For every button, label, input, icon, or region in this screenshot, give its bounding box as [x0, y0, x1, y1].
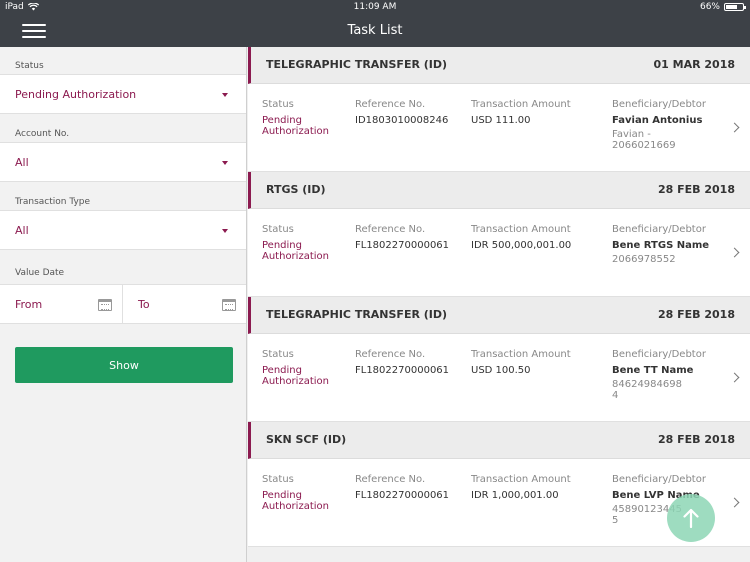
amount-value: IDR 500,000,001.00: [471, 240, 572, 251]
transaction-type-title: RTGS (ID): [266, 183, 326, 196]
chevron-right-icon: [729, 122, 740, 133]
beneficiary-name: Bene TT Name: [612, 365, 694, 376]
chevron-right-icon: [729, 497, 740, 508]
amount-header: Transaction Amount: [471, 99, 571, 110]
status-value: Pending Authorization: [262, 490, 329, 512]
status-value: Pending Authorization: [262, 115, 329, 137]
value-date-label: Value Date: [15, 268, 65, 278]
task-group-header: TELEGRAPHIC TRANSFER (ID) 28 FEB 2018: [248, 297, 750, 334]
chevron-down-icon: [222, 93, 228, 97]
chevron-right-icon: [729, 372, 740, 383]
amount-header: Transaction Amount: [471, 224, 571, 235]
transaction-type-filter-value: All: [15, 224, 29, 237]
amount-header: Transaction Amount: [471, 349, 571, 360]
status-value: Pending Authorization: [262, 240, 329, 262]
task-card[interactable]: Status Pending Authorization Reference No…: [248, 334, 750, 422]
amount-value: IDR 1,000,001.00: [471, 490, 559, 501]
beneficiary-account: 2066978552: [612, 254, 676, 265]
task-list: TELEGRAPHIC TRANSFER (ID) 01 MAR 2018 St…: [248, 47, 750, 562]
beneficiary-header: Beneficiary/Debtor: [612, 99, 706, 110]
amount-header: Transaction Amount: [471, 474, 571, 485]
beneficiary-account: Favian - 2066021669: [612, 129, 676, 151]
transaction-date: 28 FEB 2018: [658, 183, 735, 196]
transaction-type-filter-select[interactable]: All: [0, 210, 246, 250]
reference-value: FL1802270000061: [355, 490, 450, 501]
amount-value: USD 111.00: [471, 115, 531, 126]
beneficiary-header: Beneficiary/Debtor: [612, 224, 706, 235]
transaction-date: 01 MAR 2018: [653, 58, 735, 71]
task-card[interactable]: Status Pending Authorization Reference No…: [248, 209, 750, 297]
transaction-type-filter-label: Transaction Type: [15, 197, 91, 207]
page-title: Task List: [347, 23, 403, 38]
reference-header: Reference No.: [355, 349, 426, 360]
reference-value: FL1802270000061: [355, 365, 450, 376]
date-to-field[interactable]: To: [123, 284, 246, 324]
transaction-type-title: TELEGRAPHIC TRANSFER (ID): [266, 308, 448, 321]
beneficiary-header: Beneficiary/Debtor: [612, 474, 706, 485]
account-filter-label: Account No.: [15, 129, 70, 139]
calendar-icon: [222, 299, 236, 311]
status-header: Status: [262, 224, 294, 235]
status-header: Status: [262, 99, 294, 110]
task-group-header: SKN SCF (ID) 28 FEB 2018: [248, 422, 750, 459]
filter-panel: Status Pending Authorization Account No.…: [0, 47, 247, 562]
account-filter-value: All: [15, 156, 29, 169]
status-filter-value: Pending Authorization: [15, 88, 137, 101]
status-header: Status: [262, 349, 294, 360]
app-header: Task List: [0, 14, 750, 47]
scroll-to-top-button[interactable]: [667, 494, 715, 542]
beneficiary-name: Favian Antonius: [612, 115, 703, 126]
reference-value: FL1802270000061: [355, 240, 450, 251]
beneficiary-account: 84624984698 4: [612, 379, 682, 401]
chevron-right-icon: [729, 247, 740, 258]
status-filter-label: Status: [15, 61, 44, 71]
transaction-type-title: TELEGRAPHIC TRANSFER (ID): [266, 58, 448, 71]
status-header: Status: [262, 474, 294, 485]
task-group-header: RTGS (ID) 28 FEB 2018: [248, 172, 750, 209]
transaction-date: 28 FEB 2018: [658, 433, 735, 446]
task-group-header: TELEGRAPHIC TRANSFER (ID) 01 MAR 2018: [248, 47, 750, 84]
account-filter-select[interactable]: All: [0, 142, 246, 182]
amount-value: USD 100.50: [471, 365, 531, 376]
battery-percent: 66%: [699, 2, 720, 12]
chevron-down-icon: [222, 229, 228, 233]
status-bar: iPad 11:09 AM 66%: [0, 0, 750, 14]
chevron-down-icon: [222, 161, 228, 165]
beneficiary-header: Beneficiary/Debtor: [612, 349, 706, 360]
reference-header: Reference No.: [355, 474, 426, 485]
reference-header: Reference No.: [355, 99, 426, 110]
show-button[interactable]: Show: [15, 347, 233, 383]
date-from-field[interactable]: From: [0, 284, 123, 324]
task-card[interactable]: Status Pending Authorization Reference No…: [248, 84, 750, 172]
reference-value: ID1803010008246: [355, 115, 449, 126]
status-value: Pending Authorization: [262, 365, 329, 387]
transaction-date: 28 FEB 2018: [658, 308, 735, 321]
reference-header: Reference No.: [355, 224, 426, 235]
battery-icon: [724, 3, 746, 11]
date-from-label: From: [15, 298, 43, 311]
date-to-label: To: [138, 298, 150, 311]
calendar-icon: [98, 299, 112, 311]
arrow-up-icon: [683, 508, 699, 528]
status-filter-select[interactable]: Pending Authorization: [0, 74, 246, 114]
clock: 11:09 AM: [353, 2, 397, 12]
beneficiary-name: Bene RTGS Name: [612, 240, 710, 251]
transaction-type-title: SKN SCF (ID): [266, 433, 347, 446]
